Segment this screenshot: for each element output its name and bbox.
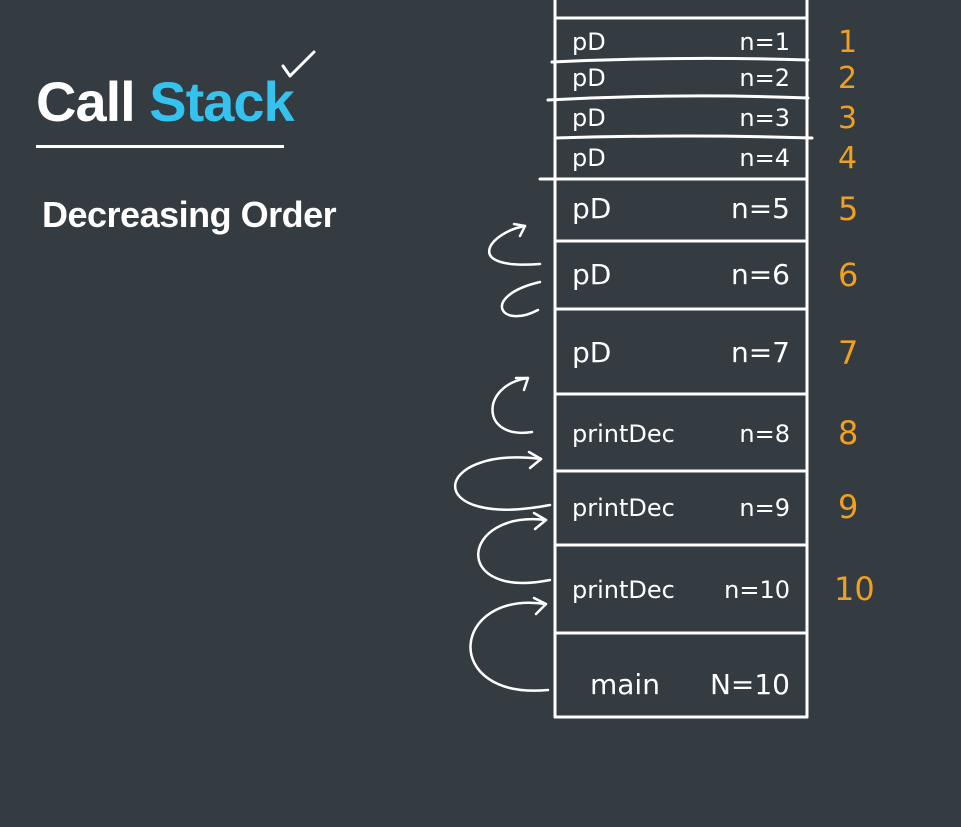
- frame-argument-label: n=3: [739, 104, 790, 132]
- frame-function-label: pD: [572, 64, 606, 92]
- frame-index-label: 7: [838, 334, 858, 372]
- frame-index-label: 3: [838, 101, 857, 136]
- arrow-head-icon: [532, 511, 548, 531]
- frame-argument-label: n=2: [739, 64, 790, 92]
- arrow-head-icon: [527, 450, 543, 470]
- return-arrow-icon: [477, 517, 552, 585]
- frame-index-label: 1: [838, 25, 857, 60]
- return-arrow-icon: [469, 601, 550, 692]
- frame-argument-label: n=4: [739, 144, 790, 172]
- return-arrows: [454, 222, 552, 692]
- stack-frames: pD n=1 1 pD n=2 2 pD n=3 3 pD n=4 4 pD n=5 5 pD n=6 6 pD n=…: [572, 25, 875, 701]
- arrow-head-icon: [512, 222, 527, 238]
- frame-function-label: main: [590, 668, 660, 701]
- frame-function-label: pD: [572, 144, 606, 172]
- frame-function-label: pD: [572, 336, 611, 369]
- frame-argument-label: n=6: [731, 258, 790, 291]
- stack-frame: pD n=1 1: [572, 25, 857, 60]
- return-arrow-icon: [500, 280, 542, 318]
- frame-index-label: 8: [838, 414, 858, 452]
- frame-function-label: pD: [572, 192, 611, 225]
- frame-index-label: 5: [838, 190, 858, 228]
- frame-argument-label: n=5: [731, 192, 790, 225]
- stack-frame: pD n=4 4: [572, 141, 857, 176]
- stack-frame: pD n=2 2: [572, 61, 857, 96]
- stack-frame: printDec n=10 10: [572, 570, 875, 608]
- frame-index-label: 10: [834, 570, 875, 608]
- frame-index-label: 2: [838, 61, 857, 96]
- frame-argument-label: n=10: [724, 576, 790, 604]
- frame-function-label: pD: [572, 28, 606, 56]
- stack-frame: pD n=3 3: [572, 101, 857, 136]
- frame-function-label: printDec: [572, 420, 675, 448]
- frame-function-label: printDec: [572, 494, 675, 522]
- frame-index-label: 6: [838, 256, 858, 294]
- stack-frame: printDec n=8 8: [572, 414, 858, 452]
- call-stack-diagram: pD n=1 1 pD n=2 2 pD n=3 3 pD n=4 4 pD n=5 5 pD n=6 6 pD n=…: [281, 0, 875, 719]
- frame-argument-label: n=1: [739, 28, 790, 56]
- stack-frame: printDec n=9 9: [572, 488, 858, 526]
- arrow-head-icon: [532, 596, 548, 616]
- stack-frame: pD n=7 7: [572, 334, 858, 372]
- frame-argument-label: n=9: [739, 494, 790, 522]
- return-arrow-icon: [454, 456, 552, 511]
- frame-index-label: 9: [838, 488, 858, 526]
- return-arrow-icon: [487, 224, 542, 266]
- stack-frame: main N=10: [590, 668, 790, 701]
- frame-argument-label: n=8: [739, 420, 790, 448]
- frame-function-label: pD: [572, 258, 611, 291]
- frame-argument-label: n=7: [731, 336, 790, 369]
- check-mark-icon: [281, 50, 316, 78]
- frame-index-label: 4: [838, 141, 857, 176]
- frame-argument-label: N=10: [710, 668, 790, 701]
- frame-function-label: pD: [572, 104, 606, 132]
- stack-frame: pD n=6 6: [572, 256, 858, 294]
- frame-function-label: printDec: [572, 576, 675, 604]
- stack-frame: pD n=5 5: [572, 190, 858, 228]
